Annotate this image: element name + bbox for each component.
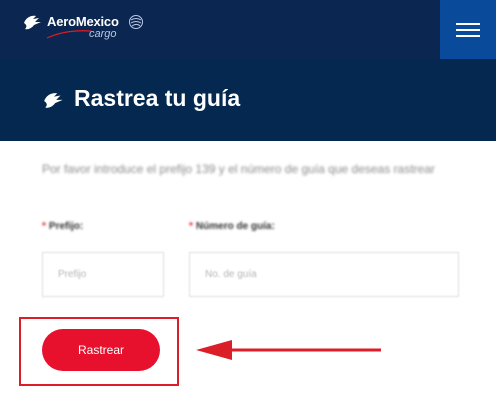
aeromexico-cargo-logo[interactable]: AeroMexico cargo <box>20 12 150 46</box>
hamburger-icon <box>456 22 480 37</box>
brand-name: AeroMexico <box>47 14 119 29</box>
highlight-box <box>19 317 179 386</box>
top-navbar: AeroMexico cargo <box>0 0 496 59</box>
menu-button[interactable] <box>440 0 496 59</box>
prefix-label: * Prefijo: <box>42 221 83 232</box>
eagle-knight-icon <box>24 15 41 30</box>
brand-subtitle: cargo <box>89 28 117 40</box>
guide-number-label-text: Número de guía: <box>195 221 275 232</box>
eagle-knight-icon <box>44 93 63 108</box>
pointer-arrow <box>196 340 381 360</box>
required-mark: * <box>189 221 193 232</box>
guide-number-label: * Número de guía: <box>189 221 275 232</box>
skyteam-icon <box>129 15 143 29</box>
prefix-label-text: Prefijo: <box>48 221 84 232</box>
required-mark: * <box>42 221 46 232</box>
guide-number-input[interactable] <box>189 252 459 297</box>
prefix-input[interactable] <box>42 252 164 297</box>
logo-swoosh <box>46 30 92 39</box>
page-title: Rastrea tu guía <box>74 85 241 111</box>
tracking-instructions: Por favor introduce el prefijo 139 y el … <box>42 162 435 176</box>
